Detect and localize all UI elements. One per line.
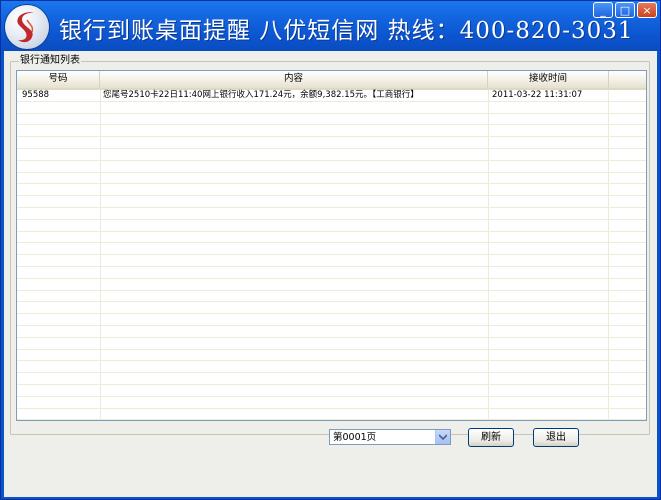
- table-row-empty[interactable]: [17, 208, 646, 220]
- page-select-value: 第0001页: [333, 432, 377, 443]
- s-logo-icon: [5, 5, 49, 49]
- column-header-number[interactable]: 号码: [17, 71, 100, 88]
- table-row-empty[interactable]: [17, 373, 646, 385]
- table-row-empty[interactable]: [17, 385, 646, 397]
- table-row-empty[interactable]: [17, 149, 646, 161]
- chevron-down-icon[interactable]: [435, 430, 450, 444]
- table-row-empty[interactable]: [17, 279, 646, 291]
- table-row-empty[interactable]: [17, 409, 646, 420]
- table-row-empty[interactable]: [17, 173, 646, 185]
- row-number: 95588: [22, 90, 50, 100]
- table-row-empty[interactable]: [17, 196, 646, 208]
- column-header-time[interactable]: 接收时间: [488, 71, 609, 88]
- table-header: 号码 内容 接收时间: [17, 71, 646, 90]
- title-bar[interactable]: 银行到账桌面提醒 八优短信网 热线：400-820-3031 _ □ ×: [1, 1, 660, 51]
- app-window: 银行到账桌面提醒 八优短信网 热线：400-820-3031 _ □ × 银行通…: [0, 0, 661, 500]
- refresh-button[interactable]: 刷新: [468, 428, 514, 447]
- window-title: 银行到账桌面提醒 八优短信网 热线：400-820-3031: [59, 18, 634, 44]
- table-row-empty[interactable]: [17, 314, 646, 326]
- table-row[interactable]: 95588 您尾号2510卡22日11:40网上银行收入171.24元，余额9,…: [17, 90, 646, 102]
- table-row-empty[interactable]: [17, 302, 646, 315]
- table-row-empty[interactable]: [17, 243, 646, 256]
- table-row-empty[interactable]: [17, 184, 646, 197]
- row-time: 2011-03-22 11:31:07: [492, 90, 583, 100]
- table-row-empty[interactable]: [17, 397, 646, 409]
- table-row-empty[interactable]: [17, 220, 646, 232]
- window-controls: _ □ ×: [593, 2, 657, 18]
- table-row-empty[interactable]: [17, 338, 646, 350]
- exit-button[interactable]: 退出: [533, 428, 579, 447]
- column-header-content[interactable]: 内容: [100, 71, 488, 88]
- table-row-empty[interactable]: [17, 291, 646, 303]
- page-select[interactable]: 第0001页: [329, 429, 451, 445]
- maximize-button[interactable]: □: [615, 2, 635, 18]
- table-row-empty[interactable]: [17, 102, 646, 114]
- table-row-empty[interactable]: [17, 326, 646, 338]
- table-row-empty[interactable]: [17, 125, 646, 138]
- group-label: 银行通知列表: [19, 55, 81, 67]
- table-row-empty[interactable]: [17, 361, 646, 374]
- table-row-empty[interactable]: [17, 420, 646, 421]
- notification-table[interactable]: 号码 内容 接收时间 95588 您尾号2510卡22日11:40网上银行收入1…: [16, 70, 647, 421]
- table-row-empty[interactable]: [17, 137, 646, 149]
- table-row-empty[interactable]: [17, 255, 646, 267]
- row-content: 您尾号2510卡22日11:40网上银行收入171.24元，余额9,382.15…: [103, 90, 419, 100]
- table-row-empty[interactable]: [17, 267, 646, 279]
- close-button[interactable]: ×: [637, 2, 657, 18]
- minimize-button[interactable]: _: [593, 2, 613, 18]
- table-rows: 95588 您尾号2510卡22日11:40网上银行收入171.24元，余额9,…: [17, 90, 646, 421]
- table-row-empty[interactable]: [17, 350, 646, 362]
- table-row-empty[interactable]: [17, 232, 646, 244]
- table-row-empty[interactable]: [17, 114, 646, 126]
- table-row-empty[interactable]: [17, 161, 646, 173]
